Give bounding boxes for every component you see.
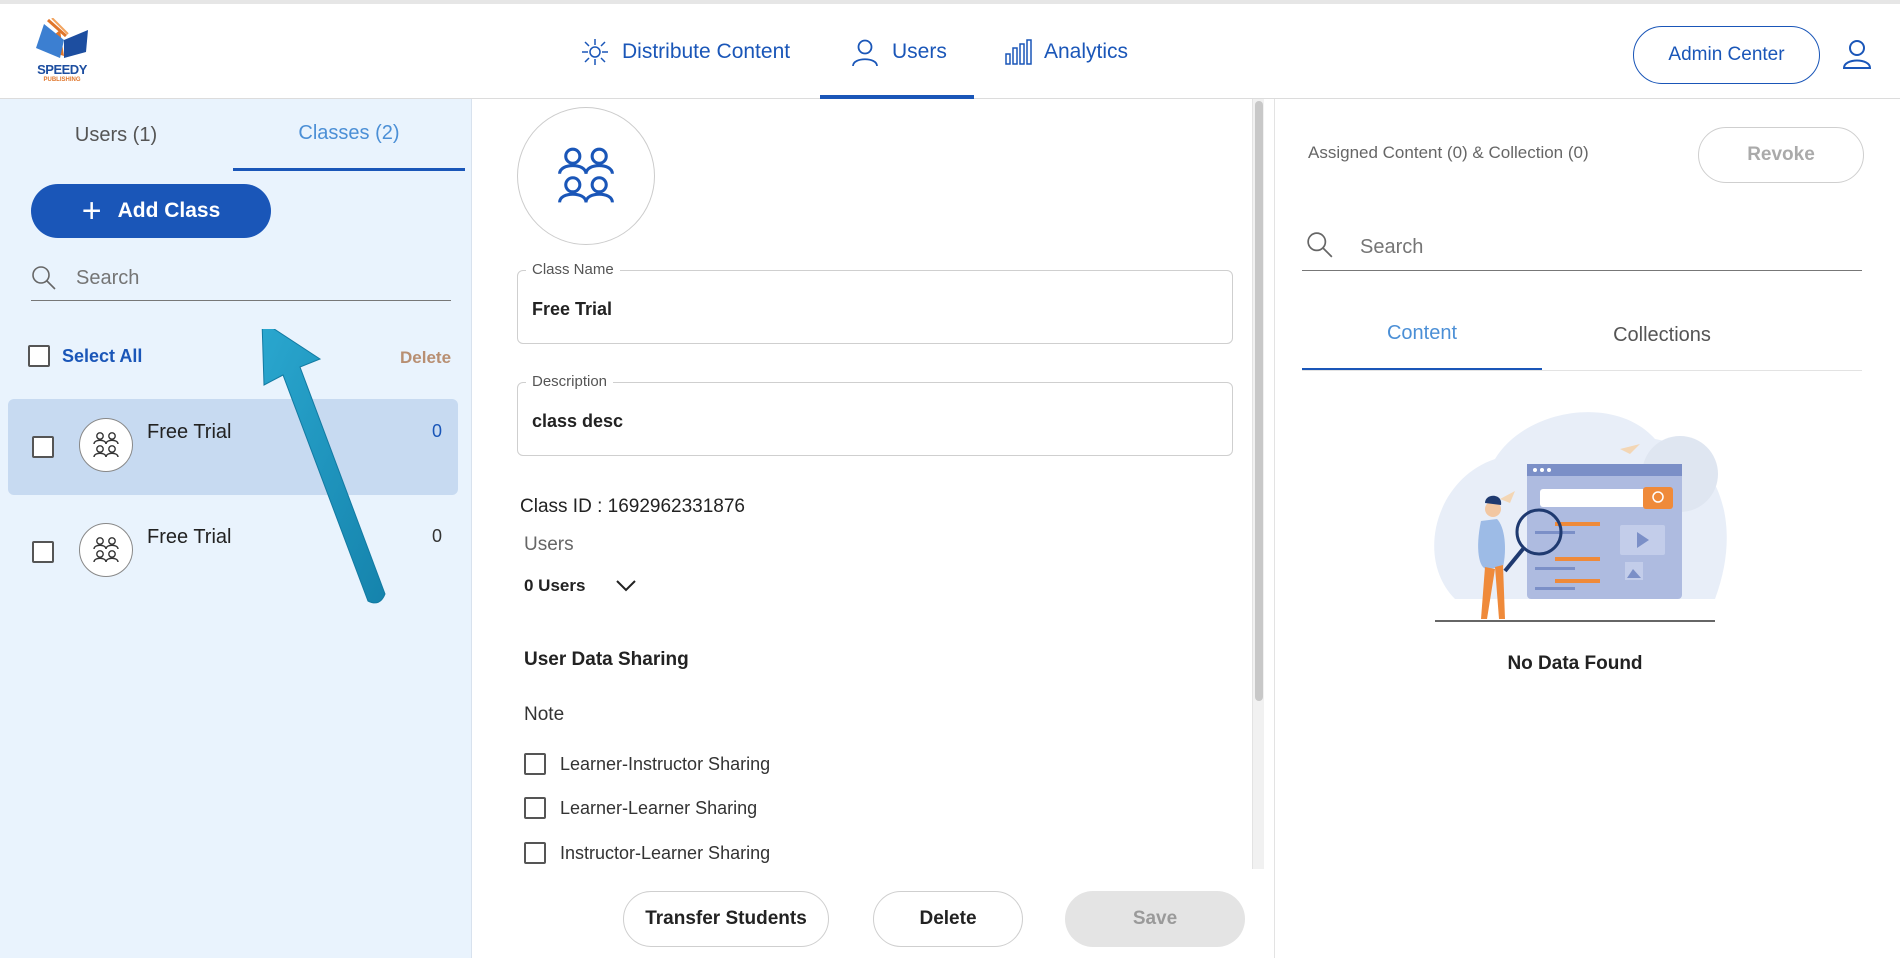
bulk-delete-link[interactable]: Delete: [400, 348, 451, 368]
users-dropdown[interactable]: 0 Users: [524, 576, 637, 596]
select-all-label: Select All: [62, 345, 143, 366]
user-icon: [852, 39, 878, 66]
user-data-sharing-heading: User Data Sharing: [524, 649, 689, 670]
sharing-label: Learner-Learner Sharing: [560, 797, 758, 818]
class-name: Free Trial: [147, 421, 232, 443]
class-search-input[interactable]: [76, 267, 436, 290]
class-search: [31, 259, 451, 301]
scrollbar-thumb[interactable]: [1255, 101, 1263, 701]
class-name-field[interactable]: Class Name Free Trial: [517, 261, 1233, 344]
tab-users[interactable]: Users (1): [0, 99, 232, 171]
sharing-option[interactable]: Instructor-Learner Sharing: [524, 842, 770, 864]
nav-distribute-content[interactable]: Distribute Content: [580, 4, 790, 99]
tab-content[interactable]: Content: [1302, 299, 1542, 371]
delete-class-button[interactable]: Delete: [873, 891, 1023, 947]
group-icon: [558, 147, 614, 203]
group-icon: [93, 432, 119, 458]
book-logo-icon: [36, 17, 88, 58]
add-class-label: Add Class: [117, 199, 221, 222]
sharing-checkbox[interactable]: [524, 842, 546, 864]
class-detail-panel: Class Name Free Trial Description class …: [473, 99, 1273, 958]
class-name-value: Free Trial: [532, 299, 613, 319]
class-row-checkbox[interactable]: [32, 436, 54, 458]
tab-collections[interactable]: Collections: [1542, 299, 1782, 371]
admin-center-button[interactable]: Admin Center: [1633, 26, 1820, 84]
save-button[interactable]: Save: [1065, 891, 1245, 947]
sharing-option[interactable]: Learner-Learner Sharing: [524, 797, 757, 819]
nav-analytics[interactable]: Analytics: [1004, 4, 1128, 99]
users-count-value: 0 Users: [524, 576, 586, 595]
class-avatar: [79, 418, 133, 472]
tabs-divider: [1302, 370, 1862, 371]
profile-icon[interactable]: [1842, 38, 1872, 75]
class-avatar: [79, 523, 133, 577]
logo-text: SPEEDY: [37, 62, 87, 77]
tab-classes[interactable]: Classes (2): [233, 99, 465, 171]
add-class-button[interactable]: + Add Class: [31, 184, 271, 238]
plus-icon: +: [81, 192, 102, 230]
logo-subtext: PUBLISHING: [43, 77, 81, 83]
note-label: Note: [524, 704, 565, 725]
chevron-down-icon: [616, 580, 637, 592]
classes-sidebar: Users (1) Classes (2) + Add Class Select…: [0, 99, 472, 958]
sharing-checkbox[interactable]: [524, 797, 546, 819]
sharing-label: Instructor-Learner Sharing: [560, 842, 771, 863]
class-user-count: 0: [431, 526, 442, 546]
nav-distribute-label: Distribute Content: [622, 39, 791, 63]
class-large-avatar: [517, 107, 655, 245]
class-id: Class ID : 1692962331876: [520, 496, 745, 517]
assigned-content-panel: Assigned Content (0) & Collection (0) Re…: [1275, 99, 1900, 958]
no-data-message: No Data Found: [1507, 653, 1643, 674]
distribute-icon: [582, 38, 608, 65]
description-field[interactable]: Description class desc: [517, 373, 1233, 456]
class-list-item[interactable]: Free Trial 0: [8, 504, 458, 600]
nav-users[interactable]: Users: [850, 4, 947, 99]
sharing-checkbox[interactable]: [524, 753, 546, 775]
assigned-content-title: Assigned Content (0) & Collection (0): [1308, 143, 1589, 162]
description-label: Description: [526, 373, 614, 390]
speedy-publishing-logo[interactable]: SPEEDY PUBLISHING: [30, 17, 94, 88]
users-label: Users: [524, 534, 574, 555]
search-icon: [1307, 232, 1333, 258]
group-icon: [93, 537, 119, 563]
nav-users-label: Users: [892, 39, 947, 63]
sharing-label: Learner-Instructor Sharing: [560, 753, 771, 774]
content-search: [1302, 223, 1862, 271]
select-all-checkbox[interactable]: [28, 345, 50, 367]
no-data-illustration-icon: [1434, 412, 1727, 622]
class-name-label: Class Name: [526, 261, 620, 278]
detail-scrollbar[interactable]: [1252, 99, 1264, 869]
class-name: Free Trial: [147, 526, 232, 548]
content-search-input[interactable]: [1360, 236, 1840, 259]
class-user-count: 0: [431, 421, 442, 441]
top-bar: SPEEDY PUBLISHING Distribute Content Use…: [0, 0, 1900, 99]
bar-chart-icon: [1005, 38, 1032, 65]
transfer-students-button[interactable]: Transfer Students: [623, 891, 829, 947]
description-value: class desc: [532, 411, 624, 431]
revoke-button[interactable]: Revoke: [1698, 127, 1864, 183]
class-row-checkbox[interactable]: [32, 541, 54, 563]
nav-analytics-label: Analytics: [1044, 39, 1129, 63]
search-icon: [32, 266, 56, 290]
select-all[interactable]: Select All: [28, 345, 142, 367]
class-list-item[interactable]: Free Trial 0: [8, 399, 458, 495]
sharing-option[interactable]: Learner-Instructor Sharing: [524, 753, 770, 775]
